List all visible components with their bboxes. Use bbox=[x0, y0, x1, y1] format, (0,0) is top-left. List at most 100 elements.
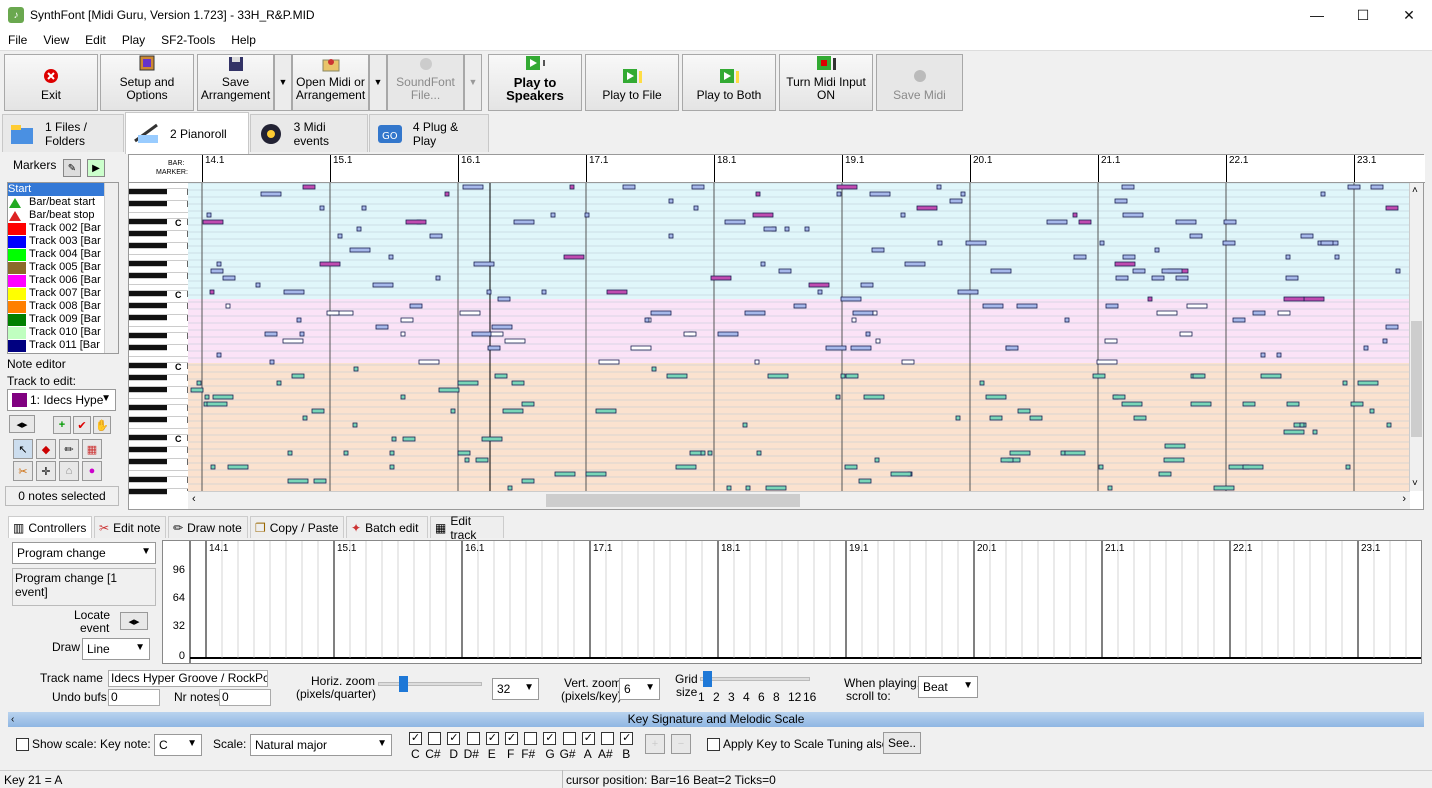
scale-remove-icon[interactable]: − bbox=[671, 734, 691, 754]
track-list-item[interactable]: Track 006 [Bar bbox=[8, 274, 118, 287]
exit-button[interactable]: Exit bbox=[4, 54, 98, 111]
vertical-scrollbar[interactable]: ˄ ˅ bbox=[1409, 183, 1423, 491]
see-button[interactable]: See.. bbox=[883, 732, 921, 754]
play-to-both-button[interactable]: Play to Both bbox=[682, 54, 776, 111]
setup-button[interactable]: Setup and Options bbox=[100, 54, 194, 111]
marker-edit-icon[interactable]: ✎ bbox=[63, 159, 81, 177]
scale-note-checkbox[interactable]: ✓ bbox=[409, 732, 422, 745]
track-list-item[interactable]: Track 008 [Bar bbox=[8, 300, 118, 313]
key-signature-header[interactable]: ‹ Key Signature and Melodic Scale bbox=[8, 712, 1424, 727]
menu-play[interactable]: Play bbox=[114, 33, 153, 47]
play-to-file-button[interactable]: Play to File bbox=[585, 54, 679, 111]
house-tool-icon[interactable]: ⌂ bbox=[59, 461, 79, 481]
track-list-item[interactable]: Start bbox=[8, 183, 118, 196]
knife-tool-icon[interactable]: ✂ bbox=[13, 461, 33, 481]
open-midi-button[interactable]: Open Midi or Arrangement ▼ bbox=[292, 54, 387, 111]
color-tool-icon[interactable]: ● bbox=[82, 461, 102, 481]
scale-note-checkbox[interactable]: ✓ bbox=[485, 732, 499, 745]
show-scale-checkbox[interactable] bbox=[16, 738, 29, 751]
check-icon[interactable]: ✔ bbox=[73, 416, 91, 434]
hzoom-slider-thumb[interactable] bbox=[399, 676, 408, 692]
track-list-item[interactable]: Track 011 [Bar bbox=[8, 339, 118, 352]
tab-batch-edit[interactable]: ✦ Batch edit bbox=[346, 516, 428, 538]
tab-pianoroll[interactable]: 2 Pianoroll bbox=[125, 112, 249, 154]
soundfont-file-button[interactable]: SoundFont File... ▼ bbox=[387, 54, 482, 111]
scale-note-checkbox[interactable]: ✓ bbox=[581, 732, 595, 745]
track-list-item[interactable]: Track 002 [Bar bbox=[8, 222, 118, 235]
scale-note-checkbox[interactable]: ✓ bbox=[447, 732, 461, 745]
midi-input-button[interactable]: Turn Midi Input ON bbox=[779, 54, 873, 111]
scroll-down-icon[interactable]: ˅ bbox=[1412, 478, 1418, 489]
horizontal-scrollbar[interactable]: ‹ › bbox=[188, 491, 1410, 509]
scale-note-checkbox[interactable] bbox=[562, 732, 576, 745]
play-to-speakers-button[interactable]: Play to Speakers bbox=[488, 54, 582, 111]
tab-copy-paste[interactable]: ❐ Copy / Paste bbox=[250, 516, 344, 538]
save-midi-button[interactable]: Save Midi bbox=[876, 54, 963, 111]
scroll-to-select[interactable]: Beat ▼ bbox=[918, 676, 978, 698]
track-name-field[interactable]: Idecs Hyper Groove / RockPop bbox=[108, 670, 268, 687]
hzoom-select[interactable]: 32 ▼ bbox=[492, 678, 539, 700]
track-to-edit-select[interactable]: 1: Idecs Hype ▼ bbox=[7, 389, 116, 411]
scale-select[interactable]: Natural major ▼ bbox=[250, 734, 392, 756]
track-list-item[interactable]: Track 009 [Bar bbox=[8, 313, 118, 326]
save-arrangement-button[interactable]: Save Arrangement ▼ bbox=[197, 54, 292, 111]
scale-add-icon[interactable]: + bbox=[645, 734, 665, 754]
add-icon[interactable]: + bbox=[53, 416, 71, 434]
draw-mode-select[interactable]: Line ▼ bbox=[82, 638, 150, 660]
scale-note-checkbox[interactable] bbox=[524, 732, 538, 745]
scroll-up-icon[interactable]: ˄ bbox=[1412, 185, 1418, 196]
track-list-item[interactable]: Bar/beat start bbox=[8, 196, 118, 209]
sf-dropdown-arrow[interactable]: ▼ bbox=[464, 54, 482, 111]
close-button[interactable]: ✕ bbox=[1386, 0, 1432, 30]
piano-keyboard[interactable]: C C C C bbox=[129, 183, 188, 495]
collapse-icon[interactable]: ‹ bbox=[11, 712, 14, 727]
save-dropdown-arrow[interactable]: ▼ bbox=[274, 54, 292, 111]
track-list-item[interactable]: Track 003 [Bar bbox=[8, 235, 118, 248]
scroll-right-icon[interactable]: › bbox=[1402, 493, 1406, 505]
locate-event-buttons[interactable]: ◂▸ bbox=[120, 612, 148, 630]
scale-note-checkbox[interactable]: ✓ bbox=[620, 732, 634, 745]
tab-files-folders[interactable]: 1 Files / Folders bbox=[2, 114, 124, 152]
eraser-tool-icon[interactable]: ◆ bbox=[36, 439, 56, 459]
tab-edit-note[interactable]: ✂ Edit note bbox=[94, 516, 166, 538]
marker-play-icon[interactable]: ▶ bbox=[87, 159, 105, 177]
scroll-left-icon[interactable]: ‹ bbox=[192, 493, 196, 505]
scale-note-checkbox[interactable] bbox=[601, 732, 614, 745]
track-list-item[interactable]: Track 010 [Bar bbox=[8, 326, 118, 339]
track-list-item[interactable]: Bar/beat stop bbox=[8, 209, 118, 222]
undo-field[interactable]: 0 bbox=[108, 689, 160, 706]
apply-tuning-checkbox[interactable] bbox=[707, 738, 720, 751]
horizontal-scroll-thumb[interactable] bbox=[546, 494, 800, 507]
controller-graph[interactable]: 14.1 15.1 16.1 17.1 18.1 19.1 20.1 21.1 22.1 23.1… bbox=[162, 540, 1423, 664]
track-list-item[interactable]: Track 007 [Bar bbox=[8, 287, 118, 300]
track-list-scrollbar[interactable] bbox=[104, 183, 118, 353]
maximize-button[interactable]: ☐ bbox=[1340, 0, 1386, 30]
scale-note-checkbox[interactable] bbox=[428, 732, 442, 745]
tab-edit-track[interactable]: ▦ Edit track bbox=[430, 514, 504, 542]
crosshair-tool-icon[interactable]: ✛ bbox=[36, 461, 56, 481]
grid-tool-icon[interactable]: ▦ bbox=[82, 439, 102, 459]
scale-note-checkbox[interactable] bbox=[466, 732, 480, 745]
track-prev-next[interactable]: ◂▸ bbox=[9, 415, 35, 433]
menu-file[interactable]: File bbox=[0, 33, 35, 47]
select-tool-icon[interactable]: ↖ bbox=[13, 439, 33, 459]
pencil-tool-icon[interactable]: ✏ bbox=[59, 439, 79, 459]
tab-plug-play[interactable]: GO 4 Plug & Play bbox=[369, 114, 489, 152]
vertical-scroll-thumb[interactable] bbox=[1411, 321, 1422, 437]
scale-note-checkbox[interactable]: ✓ bbox=[543, 732, 557, 745]
scale-note-checkbox[interactable]: ✓ bbox=[505, 732, 518, 745]
open-dropdown-arrow[interactable]: ▼ bbox=[369, 54, 387, 111]
track-list-item[interactable]: Track 004 [Bar bbox=[8, 248, 118, 261]
grid-slider-thumb[interactable] bbox=[703, 671, 712, 687]
controller-type-select[interactable]: Program change ▼ bbox=[12, 542, 156, 564]
hzoom-slider[interactable] bbox=[378, 676, 482, 692]
key-note-select[interactable]: C ▼ bbox=[154, 734, 202, 756]
minimize-button[interactable]: — bbox=[1294, 0, 1340, 30]
tab-midi-events[interactable]: 3 Midi events bbox=[250, 114, 368, 152]
vzoom-select[interactable]: 6 ▼ bbox=[619, 678, 660, 700]
brush-icon[interactable]: ✋ bbox=[93, 416, 111, 434]
menu-edit[interactable]: Edit bbox=[77, 33, 114, 47]
tab-draw-note[interactable]: ✏ Draw note bbox=[168, 516, 248, 538]
menu-sf2-tools[interactable]: SF2-Tools bbox=[153, 33, 223, 47]
note-grid[interactable] bbox=[188, 183, 1410, 491]
